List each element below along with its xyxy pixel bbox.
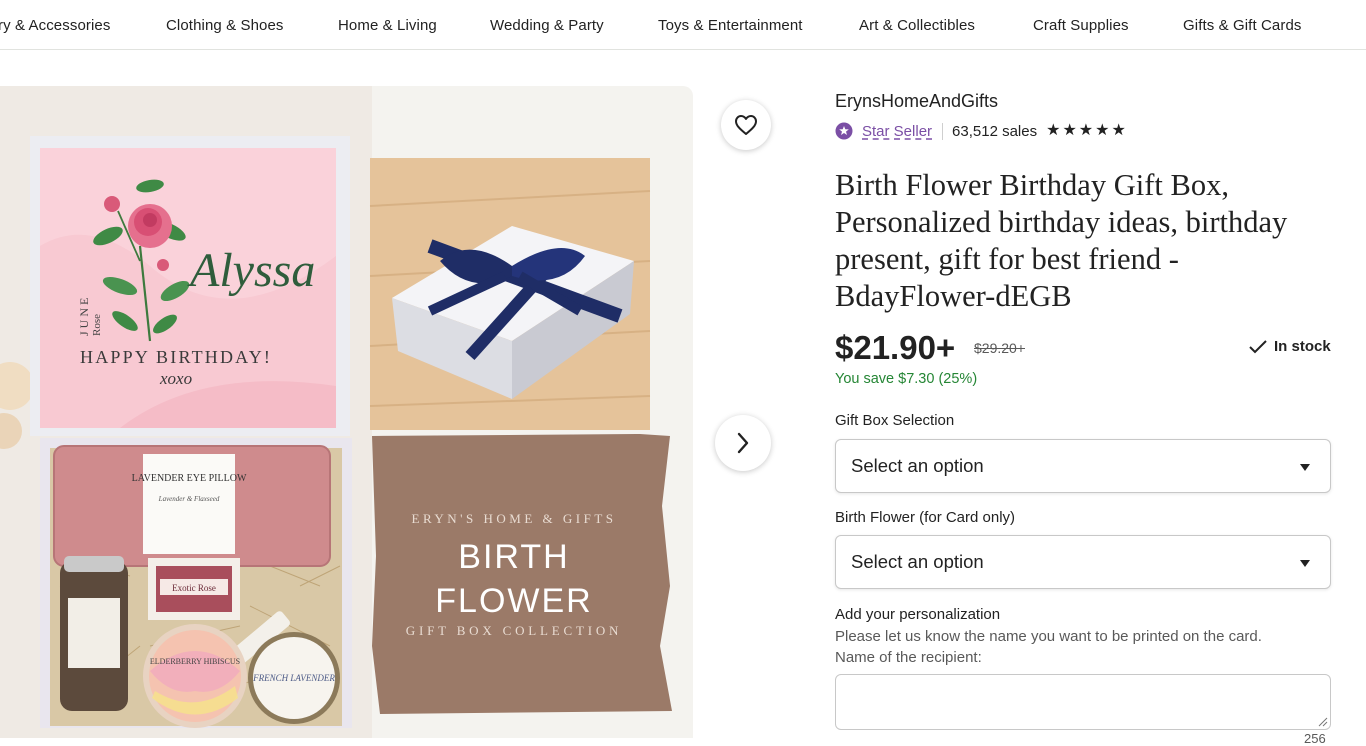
current-price: $21.90+ bbox=[835, 329, 956, 366]
personalization-help-line-2: Name of the recipient: bbox=[835, 649, 982, 666]
favorite-button[interactable] bbox=[721, 100, 771, 150]
personalization-help-line-1: Please let us know the name you want to … bbox=[835, 628, 1262, 645]
personalization-textarea[interactable] bbox=[835, 674, 1331, 730]
banner-brand-text: ERYN'S HOME & GIFTS bbox=[412, 511, 617, 526]
listing-image-gallery[interactable]: Alyssa JUNE Rose HAPPY BIRTHDAY! xoxo LA… bbox=[0, 86, 693, 738]
card-greeting-text: HAPPY BIRTHDAY! bbox=[80, 347, 272, 367]
birth-flower-label: Birth Flower (for Card only) bbox=[835, 509, 1016, 526]
star-icon: ★ bbox=[1078, 122, 1094, 139]
star-icon: ★ bbox=[1095, 122, 1110, 139]
gift-box-select-value: Select an option bbox=[851, 455, 984, 476]
caret-down-icon bbox=[1300, 560, 1310, 567]
listing-title: Birth Flower Birthday Gift Box, Personal… bbox=[835, 168, 1288, 313]
character-counter: 256 bbox=[1304, 731, 1326, 746]
card-xoxo-text: xoxo bbox=[159, 369, 192, 388]
birth-flower-select[interactable]: Select an option bbox=[835, 535, 1331, 589]
personalization-help: Please let us know the name you want to … bbox=[835, 626, 1262, 668]
nav-item-wedding-party[interactable]: Wedding & Party bbox=[490, 17, 604, 34]
gift-box-select[interactable]: Select an option bbox=[835, 439, 1331, 493]
nav-item-toys-entertainment[interactable]: Toys & Entertainment bbox=[658, 17, 803, 34]
card-flower-text: Rose bbox=[91, 314, 103, 336]
stock-label: In stock bbox=[1274, 338, 1331, 355]
seller-info-row: Star Seller 63,512 sales ★ ★ ★ ★ ★ bbox=[835, 121, 1126, 141]
stock-status: In stock bbox=[1248, 338, 1331, 355]
candle-2-label-text: FRENCH LAVENDER bbox=[252, 673, 335, 683]
star-icon: ★ bbox=[1111, 122, 1126, 139]
nav-item-gifts-gift-cards[interactable]: Gifts & Gift Cards bbox=[1183, 17, 1302, 34]
card-month-text: JUNE bbox=[77, 295, 91, 336]
gift-box-label: Gift Box Selection bbox=[835, 412, 955, 429]
chevron-right-icon bbox=[737, 432, 749, 454]
checkmark-icon bbox=[1249, 339, 1267, 353]
star-icon: ★ bbox=[1046, 122, 1061, 139]
resize-handle-icon[interactable] bbox=[1318, 717, 1328, 727]
pillow-title-text: LAVENDER EYE PILLOW bbox=[132, 473, 247, 484]
nav-item-craft-supplies[interactable]: Craft Supplies bbox=[1033, 17, 1129, 34]
caret-down-icon bbox=[1300, 464, 1310, 471]
banner-line1-text: BIRTH bbox=[458, 538, 569, 576]
star-seller-badge-icon bbox=[835, 122, 853, 140]
divider bbox=[942, 122, 944, 140]
nav-item-jewelry-accessories[interactable]: ry & Accessories bbox=[0, 17, 110, 34]
listing-main-image: Alyssa JUNE Rose HAPPY BIRTHDAY! xoxo LA… bbox=[0, 86, 672, 738]
nav-item-clothing-shoes[interactable]: Clothing & Shoes bbox=[166, 17, 284, 34]
sales-count: 63,512 sales bbox=[952, 122, 1038, 140]
soap-label-text: Exotic Rose bbox=[172, 583, 216, 593]
nav-item-home-living[interactable]: Home & Living bbox=[338, 17, 437, 34]
category-nav: ry & Accessories Clothing & Shoes Home &… bbox=[0, 0, 1366, 50]
card-name-text: Alyssa bbox=[187, 244, 315, 297]
nav-item-art-collectibles[interactable]: Art & Collectibles bbox=[859, 17, 975, 34]
candle-1-label-text: ELDERBERRY HIBISCUS bbox=[150, 657, 240, 666]
star-seller-link[interactable]: Star Seller bbox=[862, 123, 932, 140]
banner-sub-text: GIFT BOX COLLECTION bbox=[406, 623, 622, 638]
star-rating[interactable]: ★ ★ ★ ★ ★ bbox=[1046, 123, 1126, 139]
next-image-button[interactable] bbox=[715, 415, 771, 471]
heart-icon bbox=[735, 115, 757, 135]
pillow-sub-text: Lavender & Flaxseed bbox=[158, 495, 220, 503]
star-icon: ★ bbox=[1062, 122, 1077, 139]
shop-name-link[interactable]: ErynsHomeAndGifts bbox=[835, 91, 998, 112]
personalization-label: Add your personalization bbox=[835, 606, 1001, 623]
birth-flower-select-value: Select an option bbox=[851, 551, 984, 572]
banner-line2-text: FLOWER bbox=[435, 582, 592, 620]
original-price: $29.20+ bbox=[974, 340, 1025, 356]
savings-text: You save $7.30 (25%) bbox=[835, 371, 978, 387]
